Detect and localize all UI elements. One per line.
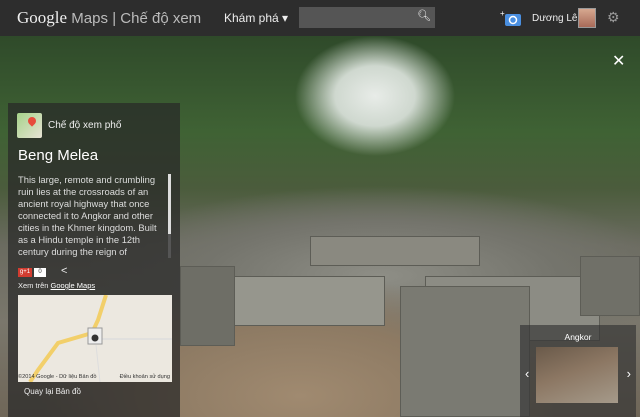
stone-slab <box>230 276 385 326</box>
logo-maps: Maps <box>71 10 108 27</box>
map-footer: ©2014 Google - Dữ liệu Bản đồ Điều khoản … <box>18 374 172 380</box>
stone-slab <box>580 256 640 316</box>
chevron-left-icon[interactable]: ‹ <box>525 366 529 381</box>
street-view-mode-label: Chế độ xem phố <box>48 120 122 131</box>
place-title: Beng Melea <box>18 147 99 164</box>
gplus-count: 0 <box>34 268 46 277</box>
search-icon[interactable]: 🔍︎ <box>417 9 431 22</box>
logo-google: Google <box>17 8 68 27</box>
maps-pin-icon <box>17 113 42 138</box>
nearby-title: Angkor <box>564 332 592 342</box>
back-to-map-button[interactable]: Quay lại Bản đồ <box>24 387 81 396</box>
stone-slab <box>180 266 235 346</box>
share-icon[interactable]: < <box>61 265 67 277</box>
mini-map[interactable]: ©2014 Google - Dữ liệu Bản đồ Điều khoản … <box>18 295 172 382</box>
add-photo-camera-icon[interactable]: + <box>500 9 522 27</box>
stone-slab <box>310 236 480 266</box>
gear-icon[interactable]: ⚙ <box>607 9 620 26</box>
map-terms-link[interactable]: Điều khoản sử dụng <box>120 374 170 380</box>
chevron-right-icon[interactable]: › <box>627 366 631 381</box>
mini-map-roads <box>28 295 172 382</box>
google-maps-link[interactable]: Google Maps <box>51 281 96 290</box>
view-on-google-maps: Xem trên Google Maps <box>18 281 95 290</box>
avatar[interactable] <box>578 8 596 28</box>
stone-slab <box>400 286 530 417</box>
explore-menu[interactable]: Khám phá ▾ <box>224 11 288 25</box>
svg-text:+: + <box>500 9 505 18</box>
top-bar: Google Maps | Chế độ xem Khám phá ▾ 🔍︎ +… <box>0 0 640 36</box>
nearby-thumbnail[interactable] <box>536 347 618 403</box>
nearby-panorama-card[interactable]: Angkor ‹ › <box>520 325 636 417</box>
map-copyright: ©2014 Google - Dữ liệu Bản đồ <box>18 374 97 380</box>
google-maps-logo[interactable]: Google Maps | Chế độ xem <box>17 8 201 28</box>
place-description: This large, remote and crumbling ruin li… <box>18 174 157 257</box>
description-scrollbar[interactable] <box>168 174 171 258</box>
view-on-prefix: Xem trên <box>18 281 51 290</box>
search-input[interactable] <box>299 7 435 28</box>
close-icon[interactable]: ✕ <box>612 51 625 71</box>
gplus-button[interactable]: g+1 <box>18 268 32 277</box>
user-name[interactable]: Dương Lê <box>532 13 578 24</box>
logo-mode: | Chế độ xem <box>112 10 202 27</box>
